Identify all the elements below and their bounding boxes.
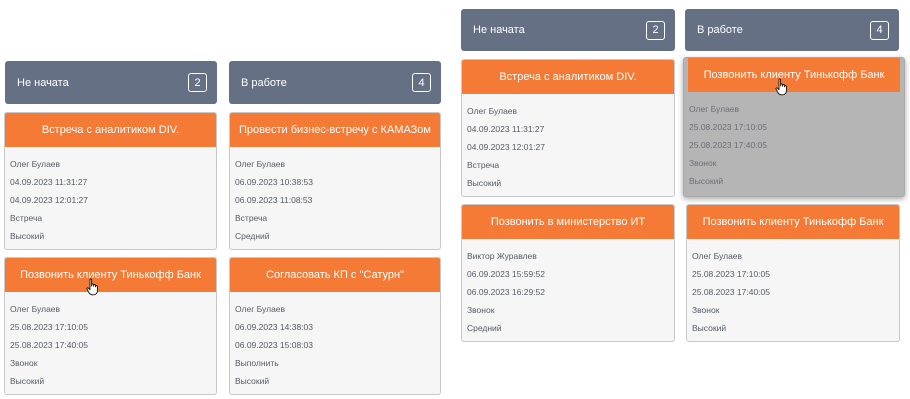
task-type: Встреча (235, 213, 268, 223)
task-card[interactable]: Провести бизнес-встречу с КАМАЗом Олег Б… (229, 112, 441, 250)
task-priority: Средний (235, 231, 270, 241)
count-badge: 2 (188, 73, 207, 92)
task-assignee: Олег Булаев (692, 251, 743, 261)
task-assignee: Олег Булаев (467, 106, 518, 116)
task-assignee: Виктор Журавлев (467, 251, 537, 261)
task-end: 25.08.2023 17:40:05 (10, 340, 88, 350)
count-badge: 4 (870, 20, 889, 40)
task-start: 04.09.2023 11:31:27 (10, 177, 88, 187)
task-priority: Высокий (467, 178, 502, 188)
column-title: Не начата (17, 76, 69, 89)
task-start: 04.09.2023 11:31:27 (467, 124, 545, 134)
task-title[interactable]: Позвонить в министерство ИТ (462, 205, 674, 239)
task-card[interactable]: Позвонить клиенту Тинькофф Банк Олег Бул… (686, 204, 900, 342)
task-start: 06.09.2023 14:38:03 (235, 322, 313, 332)
task-assignee: Олег Булаев (10, 304, 61, 314)
task-end: 06.09.2023 11:08:53 (235, 195, 313, 205)
task-assignee: Олег Булаев (235, 304, 286, 314)
task-end: 04.09.2023 12:01:27 (467, 142, 545, 152)
task-priority: Средний (467, 323, 502, 333)
column-title: В работе (241, 76, 287, 89)
task-type: Выполнить (235, 358, 279, 368)
task-card[interactable]: Встреча с аналитиком DIV. Олег Булаев 04… (461, 59, 675, 197)
hand-pointer-icon (775, 78, 787, 96)
task-start: 25.08.2023 17:10:05 (692, 269, 770, 279)
column-title: Не начата (473, 24, 525, 36)
task-card[interactable]: Встреча с аналитиком DIV. Олег Булаев 04… (4, 112, 217, 250)
task-priority: Высокий (10, 231, 45, 241)
column-title: В работе (697, 24, 743, 36)
task-type: Звонок (10, 358, 38, 368)
task-title[interactable]: Провести бизнес-встречу с КАМАЗом (230, 113, 440, 147)
task-title[interactable]: Встреча с аналитиком DIV. (462, 60, 674, 94)
task-type: Встреча (10, 213, 43, 223)
column-header-in-progress: В работе 4 (229, 61, 441, 104)
task-title[interactable]: Позвонить клиенту Тинькофф Банк (687, 205, 899, 239)
task-priority: Высокий (10, 376, 45, 386)
column-header-in-progress: В работе 4 (685, 9, 899, 51)
task-card[interactable]: Согласовать КП с "Сатурн" Олег Булаев 06… (229, 257, 441, 395)
count-badge: 2 (646, 20, 665, 40)
task-assignee: Олег Булаев (10, 159, 61, 169)
task-start: 25.08.2023 17:10:05 (689, 122, 767, 132)
task-priority: Высокий (692, 323, 727, 333)
task-card[interactable]: Позвонить клиенту Тинькофф Банк Олег Бул… (4, 257, 217, 395)
task-start: 06.09.2023 10:38:53 (235, 177, 313, 187)
task-title[interactable]: Согласовать КП с "Сатурн" (230, 258, 440, 292)
task-end: 25.08.2023 17:40:05 (692, 287, 770, 297)
hand-pointer-icon (86, 278, 98, 296)
task-start: 25.08.2023 17:10:05 (10, 322, 88, 332)
task-type: Звонок (692, 305, 720, 315)
column-header-not-started: Не начата 2 (461, 9, 675, 51)
task-assignee: Олег Булаев (689, 104, 740, 114)
task-type: Звонок (689, 158, 717, 168)
task-title[interactable]: Позвонить клиенту Тинькофф Банк (688, 58, 900, 92)
task-end: 06.09.2023 16:29:52 (467, 287, 545, 297)
column-header-not-started: Не начата 2 (5, 61, 217, 104)
task-end: 06.09.2023 15:08:03 (235, 340, 313, 350)
task-card[interactable]: Позвонить в министерство ИТ Виктор Журав… (461, 204, 675, 342)
task-card-dragged[interactable]: Позвонить клиенту Тинькофф Банк Олег Бул… (683, 57, 905, 197)
task-title[interactable]: Встреча с аналитиком DIV. (5, 113, 216, 147)
task-start: 06.09.2023 15:59:52 (467, 269, 545, 279)
task-assignee: Олег Булаев (235, 159, 286, 169)
task-end: 04.09.2023 12:01:27 (10, 195, 88, 205)
task-priority: Высокий (689, 176, 724, 186)
count-badge: 4 (412, 73, 431, 92)
task-type: Звонок (467, 305, 495, 315)
task-end: 25.08.2023 17:40:05 (689, 140, 767, 150)
task-priority: Высокий (235, 376, 270, 386)
task-type: Встреча (467, 160, 500, 170)
task-title[interactable]: Позвонить клиенту Тинькофф Банк (5, 258, 216, 292)
